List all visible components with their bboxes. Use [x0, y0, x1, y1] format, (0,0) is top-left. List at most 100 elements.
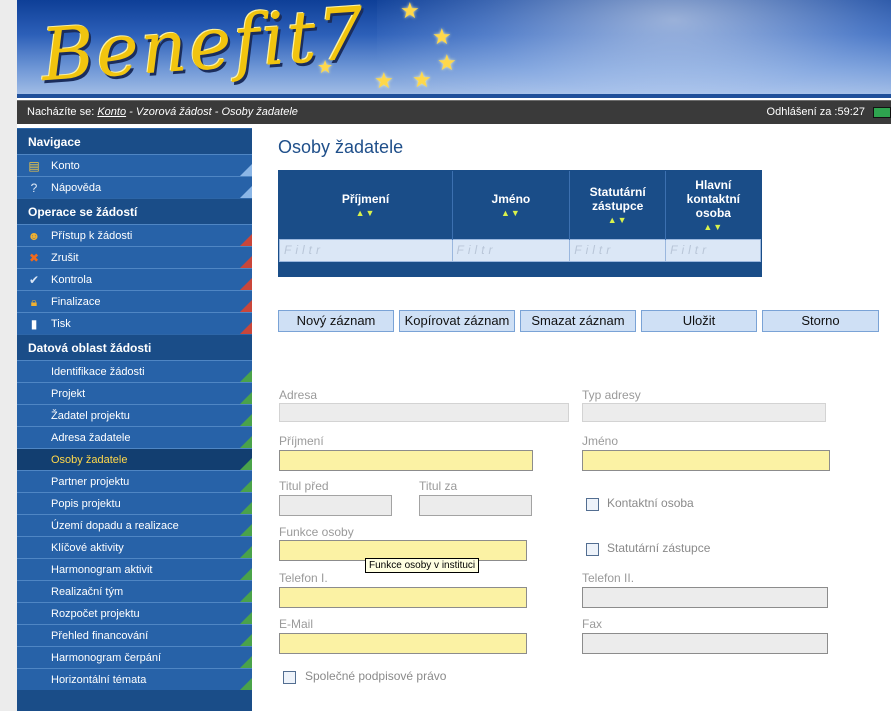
- lock-icon: 🔒︎: [30, 295, 38, 309]
- sidebar-item-zrusit[interactable]: ✖ Zrušit: [17, 246, 252, 268]
- breadcrumb-bar: Nacházíte se: Konto - Vzorová žádost - O…: [17, 100, 891, 124]
- telefon1-label: Telefon I.: [279, 571, 328, 585]
- sidebar-item-pristup[interactable]: ☻ Přístup k žádosti: [17, 224, 252, 246]
- copy-record-button[interactable]: Kopírovat záznam: [399, 310, 515, 332]
- funkce-osoby-label: Funkce osoby: [279, 525, 354, 539]
- spolecne-podpisove-pravo-checkbox[interactable]: [283, 671, 296, 684]
- breadcrumb: Nacházíte se: Konto - Vzorová žádost - O…: [27, 106, 298, 118]
- adresa-field: [279, 403, 569, 422]
- email-input[interactable]: [279, 633, 527, 654]
- prijmeni-input[interactable]: [279, 450, 533, 471]
- header-banner: Benefit7 ★ ★ ★ ★ ★ ★: [17, 0, 891, 98]
- account-icon: ▤: [28, 159, 40, 173]
- sidebar-item-label: Přehled financování: [51, 630, 149, 642]
- sort-arrows-icon[interactable]: ▲▼: [670, 222, 756, 232]
- column-header-jmeno[interactable]: Jméno ▲▼: [452, 171, 571, 239]
- sidebar-item-popis[interactable]: Popis projektu: [17, 492, 252, 514]
- sidebar-item-tisk[interactable]: ▮ Tisk: [17, 312, 252, 334]
- breadcrumb-prefix: Nacházíte se:: [27, 106, 95, 118]
- column-label: Příjmení: [341, 191, 390, 206]
- fax-label: Fax: [582, 617, 603, 631]
- cancel-button[interactable]: Storno: [762, 310, 879, 332]
- sidebar-item-label: Projekt: [51, 388, 86, 400]
- filter-jmeno[interactable]: Filtr: [451, 238, 571, 262]
- sidebar-item-osoby[interactable]: Osoby žadatele: [17, 448, 252, 470]
- sidebar-heading-datova-oblast: Datová oblast žádosti: [17, 334, 252, 360]
- tooltip: Funkce osoby v instituci: [365, 558, 480, 573]
- sidebar-item-realizacni-tym[interactable]: Realizační tým: [17, 580, 252, 602]
- statutarni-zastupce-checkbox[interactable]: [586, 543, 599, 556]
- sort-arrows-icon[interactable]: ▲▼: [284, 208, 448, 218]
- column-header-kontaktni[interactable]: Hlavní kontaktní osoba ▲▼: [666, 171, 761, 239]
- email-label: E-Mail: [279, 617, 314, 631]
- sidebar-item-rozpocet[interactable]: Rozpočet projektu: [17, 602, 252, 624]
- page-title: Osoby žadatele: [278, 137, 404, 157]
- sidebar-item-kontrola[interactable]: ✔ Kontrola: [17, 268, 252, 290]
- sidebar-item-harmonogram-aktivit[interactable]: Harmonogram aktivit: [17, 558, 252, 580]
- logo: Benefit7: [38, 0, 369, 98]
- kontaktni-osoba-checkbox[interactable]: [586, 498, 599, 511]
- telefon1-input[interactable]: [279, 587, 527, 608]
- sort-arrows-icon[interactable]: ▲▼: [457, 208, 566, 218]
- fax-input[interactable]: [582, 633, 828, 654]
- sidebar-item-napoveda[interactable]: ? Nápověda: [17, 176, 252, 198]
- titul-pred-input[interactable]: [279, 495, 392, 516]
- sidebar-item-zadatel[interactable]: Žadatel projektu: [17, 404, 252, 426]
- left-margin: [0, 0, 17, 711]
- breadcrumb-rest: - Vzorová žádost - Osoby žadatele: [129, 106, 298, 118]
- typ-adresy-label: Typ adresy: [582, 388, 641, 402]
- sidebar: Navigace ▤ Konto ? Nápověda Operace se ž…: [17, 128, 252, 711]
- filter-statutarni[interactable]: Filtr: [569, 238, 667, 262]
- star-icon: ★: [374, 68, 394, 93]
- sidebar-item-label: Kontrola: [51, 274, 92, 286]
- sidebar-item-label: Klíčové aktivity: [51, 542, 124, 554]
- sidebar-item-label: Horizontální témata: [51, 674, 147, 686]
- sort-arrows-icon[interactable]: ▲▼: [574, 215, 661, 225]
- jmeno-input[interactable]: [582, 450, 830, 471]
- telefon2-input[interactable]: [582, 587, 828, 608]
- sidebar-item-label: Realizační tým: [51, 586, 124, 598]
- sidebar-item-label: Identifikace žádosti: [51, 366, 145, 378]
- sidebar-item-label: Harmonogram aktivit: [51, 564, 153, 576]
- typ-adresy-field: [582, 403, 826, 422]
- column-header-prijmeni[interactable]: Příjmení ▲▼: [279, 171, 453, 239]
- save-button[interactable]: Uložit: [641, 310, 757, 332]
- sidebar-item-label: Tisk: [51, 318, 71, 330]
- sidebar-item-partner[interactable]: Partner projektu: [17, 470, 252, 492]
- star-icon: ★: [400, 0, 420, 23]
- sidebar-item-identifikace[interactable]: Identifikace žádosti: [17, 360, 252, 382]
- session-status-indicator: [873, 107, 891, 118]
- sidebar-heading-operace: Operace se žádostí: [17, 198, 252, 224]
- spolecne-podpisove-pravo-label: Společné podpisové právo: [305, 669, 447, 683]
- column-label: Jméno: [491, 191, 531, 206]
- new-record-button[interactable]: Nový záznam: [278, 310, 394, 332]
- sidebar-item-prehled-financovani[interactable]: Přehled financování: [17, 624, 252, 646]
- filter-prijmeni[interactable]: Filtr: [279, 238, 453, 262]
- sidebar-item-konto[interactable]: ▤ Konto: [17, 154, 252, 176]
- delete-record-button[interactable]: Smazat záznam: [520, 310, 636, 332]
- sidebar-item-horizontalni-temata[interactable]: Horizontální témata: [17, 668, 252, 690]
- sidebar-item-label: Harmonogram čerpání: [51, 652, 162, 664]
- column-header-statutarni[interactable]: Statutární zástupce ▲▼: [569, 171, 667, 239]
- star-icon: ★: [432, 24, 452, 49]
- sidebar-heading-navigace: Navigace: [17, 128, 252, 154]
- sidebar-item-finalizace[interactable]: 🔒︎ Finalizace: [17, 290, 252, 312]
- jmeno-label: Jméno: [582, 434, 619, 448]
- help-icon: ?: [30, 181, 38, 195]
- sidebar-item-label: Konto: [51, 160, 80, 172]
- sidebar-item-label: Finalizace: [51, 296, 101, 308]
- users-icon: ☻: [27, 229, 41, 243]
- sidebar-item-klicove-aktivity[interactable]: Klíčové aktivity: [17, 536, 252, 558]
- telefon2-label: Telefon II.: [582, 571, 635, 585]
- sidebar-item-label: Zrušit: [51, 252, 79, 264]
- sidebar-item-label: Přístup k žádosti: [51, 230, 133, 242]
- sidebar-item-label: Rozpočet projektu: [51, 608, 140, 620]
- sidebar-item-uzemi[interactable]: Území dopadu a realizace: [17, 514, 252, 536]
- statutarni-zastupce-label: Statutární zástupce: [607, 541, 711, 555]
- sidebar-item-harmonogram-cerpani[interactable]: Harmonogram čerpání: [17, 646, 252, 668]
- breadcrumb-link-konto[interactable]: Konto: [97, 106, 126, 118]
- titul-za-input[interactable]: [419, 495, 532, 516]
- sidebar-item-adresa[interactable]: Adresa žadatele: [17, 426, 252, 448]
- sidebar-item-projekt[interactable]: Projekt: [17, 382, 252, 404]
- filter-kontaktni[interactable]: Filtr: [665, 238, 761, 262]
